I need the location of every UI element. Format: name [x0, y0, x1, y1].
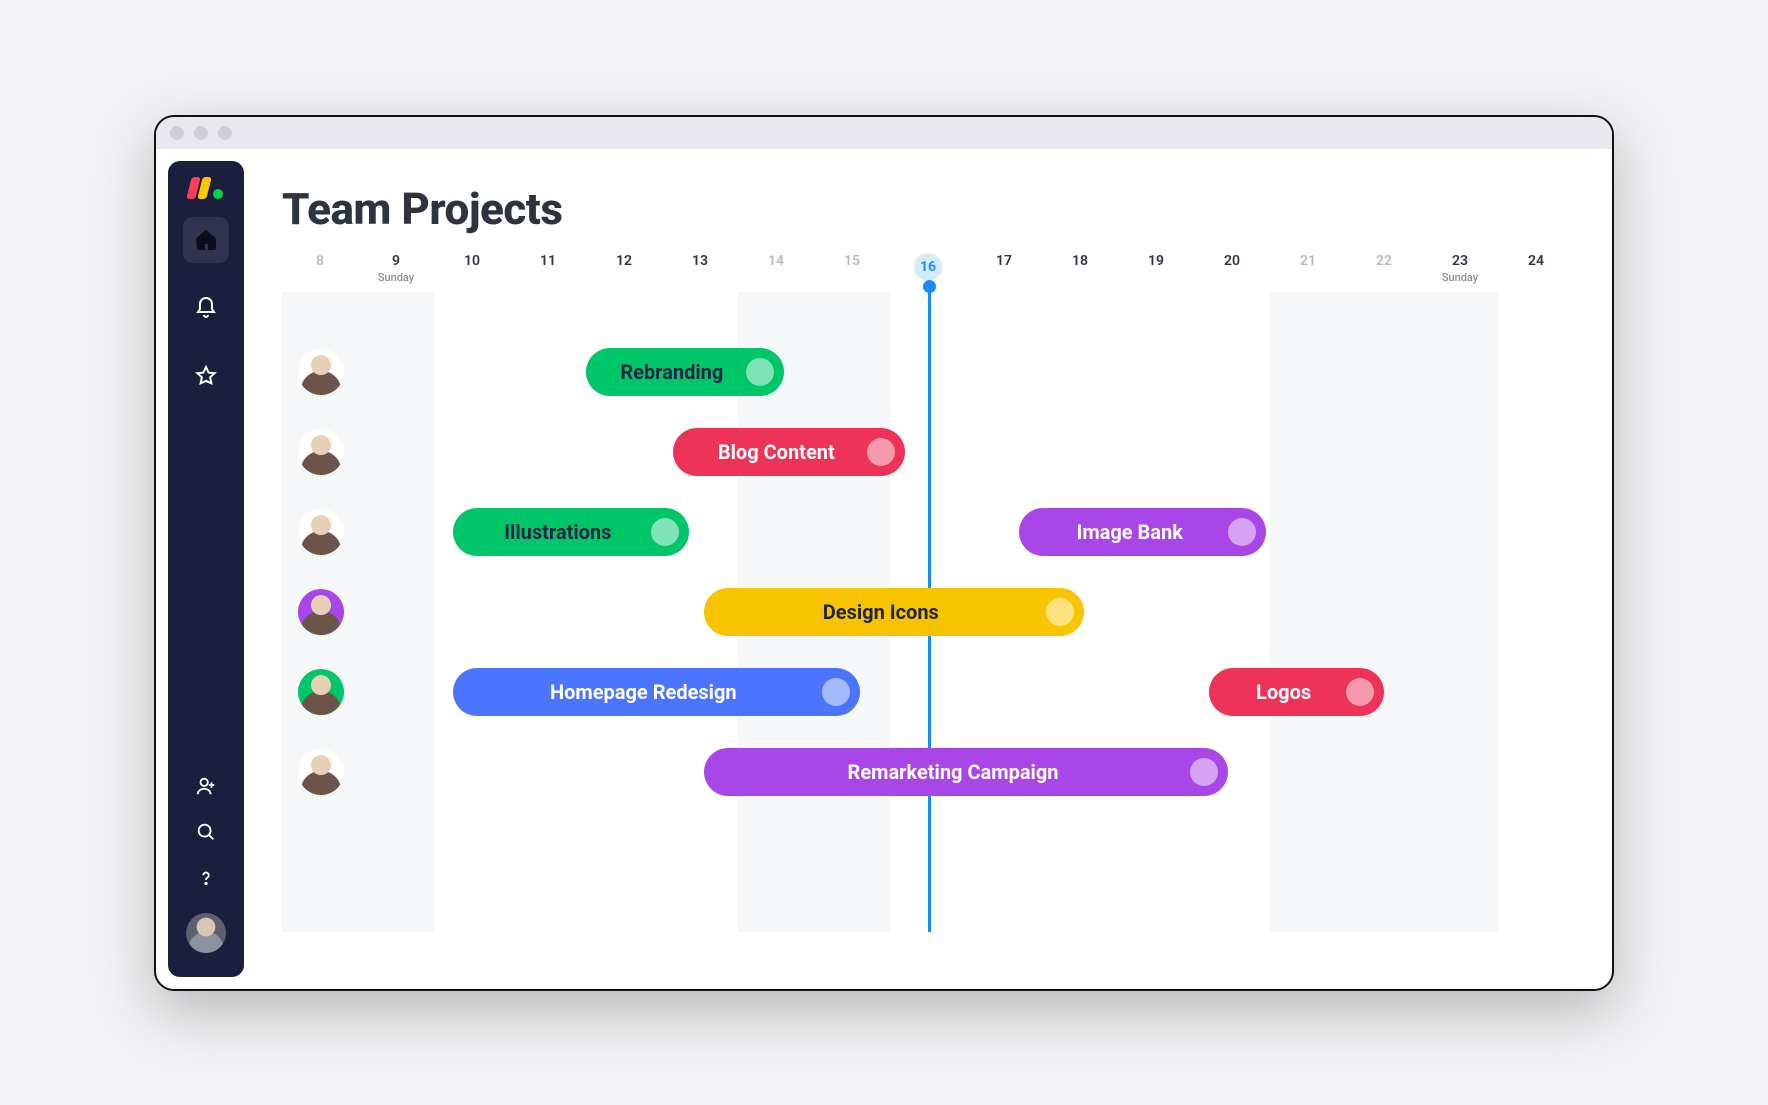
traffic-light-max[interactable] [218, 126, 232, 140]
task-label: Rebranding [620, 360, 723, 384]
traffic-light-min[interactable] [194, 126, 208, 140]
task-pill[interactable]: Remarketing Campaign [704, 748, 1228, 796]
task-label: Homepage Redesign [550, 680, 737, 704]
task-handle-icon[interactable] [1046, 598, 1074, 626]
timeline-day[interactable]: 10 [434, 253, 510, 284]
nav-favorites[interactable] [183, 353, 229, 399]
task-label: Blog Content [718, 440, 835, 464]
add-user-icon [195, 775, 217, 797]
timeline-day[interactable]: 13 [662, 253, 738, 284]
nav-notifications[interactable] [183, 285, 229, 331]
user-avatar[interactable] [298, 589, 344, 635]
search-icon [195, 821, 217, 843]
task-label: Logos [1256, 680, 1311, 704]
nav-invite[interactable] [195, 775, 217, 801]
task-label: Design Icons [823, 600, 939, 624]
task-label: Illustrations [504, 520, 611, 544]
task-handle-icon[interactable] [1190, 758, 1218, 786]
task-label: Remarketing Campaign [848, 760, 1059, 784]
task-handle-icon[interactable] [746, 358, 774, 386]
task-pill[interactable]: Design Icons [704, 588, 1084, 636]
help-icon [195, 867, 217, 889]
user-avatar[interactable] [298, 749, 344, 795]
task-handle-icon[interactable] [651, 518, 679, 546]
page-title: Team Projects [282, 183, 1576, 235]
timeline-header: 89Sunday1011121314151617181920212223Sund… [282, 253, 1576, 284]
task-pill[interactable]: Rebranding [586, 348, 784, 396]
task-handle-icon[interactable] [1346, 678, 1374, 706]
timeline-day[interactable]: 16 [890, 253, 966, 284]
timeline-day[interactable]: 17 [966, 253, 1042, 284]
sidebar [168, 161, 244, 977]
current-user-avatar[interactable] [186, 913, 226, 953]
window-titlebar [156, 117, 1612, 149]
timeline-day[interactable]: 19 [1118, 253, 1194, 284]
user-avatar[interactable] [298, 669, 344, 715]
main-content: Team Projects 89Sunday101112131415161718… [244, 149, 1612, 989]
timeline-day[interactable]: 24 [1498, 253, 1574, 284]
task-pill[interactable]: Logos [1209, 668, 1384, 716]
nav-help[interactable] [195, 867, 217, 893]
star-icon [194, 364, 218, 388]
traffic-light-close[interactable] [170, 126, 184, 140]
nav-search[interactable] [195, 821, 217, 847]
task-handle-icon[interactable] [822, 678, 850, 706]
timeline-day[interactable]: 11 [510, 253, 586, 284]
timeline-day[interactable]: 8 [282, 253, 358, 284]
app-logo-icon [189, 175, 223, 199]
task-label: Image Bank [1076, 520, 1182, 544]
timeline-day[interactable]: 20 [1194, 253, 1270, 284]
task-pill[interactable]: Homepage Redesign [453, 668, 860, 716]
timeline-day[interactable]: 23Sunday [1422, 253, 1498, 284]
timeline-day[interactable]: 22 [1346, 253, 1422, 284]
bell-icon [194, 296, 218, 320]
timeline-day[interactable]: 15 [814, 253, 890, 284]
timeline-day[interactable]: 14 [738, 253, 814, 284]
task-pill[interactable]: Image Bank [1019, 508, 1266, 556]
user-avatar[interactable] [298, 429, 344, 475]
user-avatar[interactable] [298, 349, 344, 395]
user-avatar[interactable] [298, 509, 344, 555]
timeline-grid: Rebranding Blog Content Illustrations Image… [282, 292, 1576, 932]
app-window: Team Projects 89Sunday101112131415161718… [154, 115, 1614, 991]
timeline-day[interactable]: 21 [1270, 253, 1346, 284]
task-pill[interactable]: Blog Content [673, 428, 905, 476]
nav-home[interactable] [183, 217, 229, 263]
timeline-day[interactable]: 12 [586, 253, 662, 284]
timeline-day[interactable]: 18 [1042, 253, 1118, 284]
task-pill[interactable]: Illustrations [453, 508, 689, 556]
task-handle-icon[interactable] [1228, 518, 1256, 546]
timeline-day[interactable]: 9Sunday [358, 253, 434, 284]
task-handle-icon[interactable] [867, 438, 895, 466]
home-icon [194, 228, 218, 252]
